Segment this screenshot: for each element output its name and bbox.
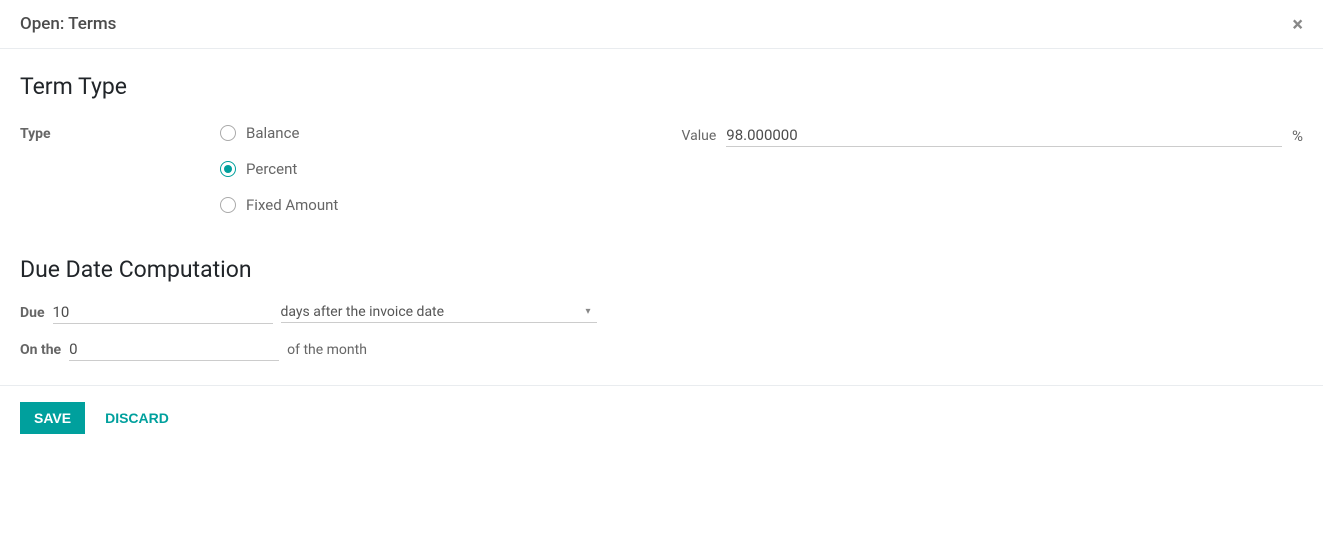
type-radio-fixed-label: Fixed Amount <box>246 196 338 214</box>
on-the-input[interactable] <box>69 338 279 361</box>
type-radio-percent-label: Percent <box>246 160 297 178</box>
discard-button[interactable]: Discard <box>105 410 169 426</box>
save-button[interactable]: Save <box>20 402 85 434</box>
close-icon[interactable]: × <box>1292 14 1303 34</box>
value-input[interactable] <box>726 124 1282 147</box>
modal-footer: Save Discard <box>0 385 1323 450</box>
value-unit: % <box>1292 127 1303 145</box>
on-the-row: On the of the month <box>20 338 1303 361</box>
due-label: Due <box>20 305 45 321</box>
due-number-input[interactable] <box>53 301 273 324</box>
radio-icon <box>220 161 236 177</box>
due-row: Due ▾ <box>20 301 1303 324</box>
type-radio-percent[interactable]: Percent <box>220 160 338 178</box>
on-the-suffix: of the month <box>287 342 367 358</box>
radio-icon <box>220 125 236 141</box>
on-the-label: On the <box>20 342 61 358</box>
type-radio-balance[interactable]: Balance <box>220 124 338 142</box>
modal-body: Term Type Type Balance Percent Fixed <box>0 49 1323 385</box>
due-basis-select[interactable] <box>281 302 597 323</box>
term-type-grid: Type Balance Percent Fixed Amount <box>20 124 1303 214</box>
modal-title: Open: Terms <box>20 14 116 34</box>
value-label: Value <box>682 128 717 144</box>
type-radio-group: Balance Percent Fixed Amount <box>220 124 338 214</box>
type-radio-fixed[interactable]: Fixed Amount <box>220 196 338 214</box>
type-radio-balance-label: Balance <box>246 124 299 142</box>
radio-icon <box>220 197 236 213</box>
term-type-heading: Term Type <box>20 73 1303 100</box>
type-label: Type <box>20 124 220 142</box>
due-date-heading: Due Date Computation <box>20 256 1303 283</box>
modal-header: Open: Terms × <box>0 0 1323 49</box>
